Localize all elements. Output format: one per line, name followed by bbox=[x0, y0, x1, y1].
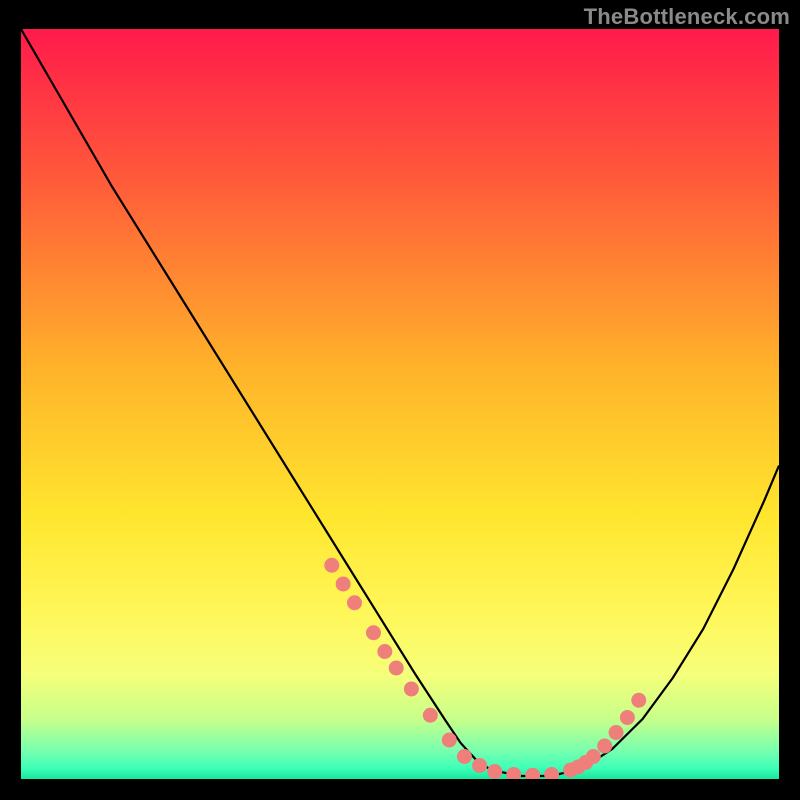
highlight-dot bbox=[377, 644, 392, 659]
highlight-dot bbox=[631, 693, 646, 708]
highlight-dot bbox=[442, 733, 457, 748]
highlight-dot bbox=[457, 749, 472, 764]
highlight-dot bbox=[620, 710, 635, 725]
highlight-dot bbox=[586, 749, 601, 764]
watermark-text: TheBottleneck.com bbox=[584, 4, 790, 30]
highlight-dot bbox=[609, 725, 624, 740]
highlight-dot bbox=[597, 739, 612, 754]
highlight-dot bbox=[336, 577, 351, 592]
chart-plot bbox=[21, 29, 779, 779]
highlight-dot bbox=[366, 625, 381, 640]
highlight-dot bbox=[324, 558, 339, 573]
highlight-dot bbox=[487, 764, 502, 779]
highlight-dot bbox=[404, 682, 419, 697]
highlight-dot bbox=[472, 758, 487, 773]
highlight-dot bbox=[389, 661, 404, 676]
highlight-dot bbox=[347, 595, 362, 610]
highlight-dot bbox=[423, 708, 438, 723]
chart-frame: TheBottleneck.com bbox=[0, 0, 800, 800]
chart-svg bbox=[21, 29, 779, 779]
